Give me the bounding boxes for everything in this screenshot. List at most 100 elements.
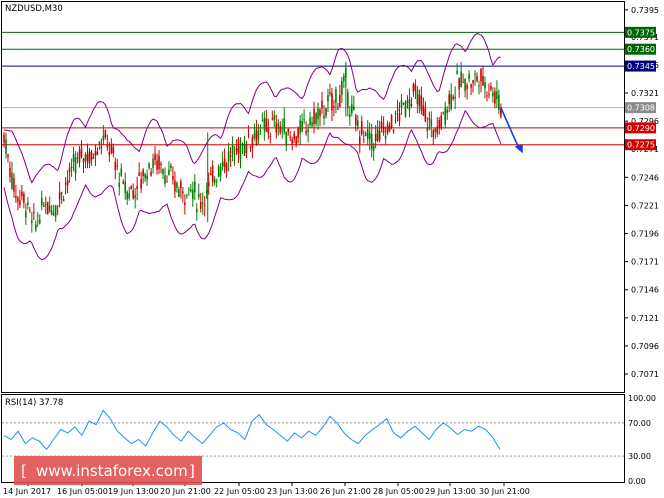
candle-body xyxy=(174,180,176,192)
candle-body xyxy=(188,189,190,191)
candle-body xyxy=(217,166,220,177)
candle-body xyxy=(44,204,47,205)
candle-body xyxy=(442,111,445,113)
candle-body xyxy=(25,211,27,218)
candle-body xyxy=(66,180,69,186)
candle-body xyxy=(420,95,423,111)
candle-body xyxy=(295,136,297,145)
candle-body xyxy=(84,154,87,161)
candle-body xyxy=(50,210,53,215)
candle-body xyxy=(424,108,427,121)
candle-body xyxy=(265,118,268,132)
candle-body xyxy=(124,181,127,193)
candle-body xyxy=(329,92,331,94)
candle-body xyxy=(197,193,200,198)
candle-body xyxy=(358,136,361,145)
candle-body xyxy=(52,213,55,215)
candle-body xyxy=(289,136,291,139)
candle-body xyxy=(364,133,367,137)
candle-body xyxy=(327,95,329,102)
candle-body xyxy=(29,209,31,211)
candle-body xyxy=(474,74,476,76)
candle-body xyxy=(422,105,425,116)
rsi-tick-label: 0.00 xyxy=(628,477,646,486)
watermark-bracket-left: [ xyxy=(21,462,27,480)
candle-body xyxy=(404,101,407,117)
candle-body xyxy=(233,153,236,155)
candle-body xyxy=(112,147,115,154)
candle-body xyxy=(154,154,156,161)
candle-body xyxy=(82,158,85,163)
candle-body xyxy=(128,193,131,199)
candle-body xyxy=(96,151,99,156)
candle-body xyxy=(319,109,321,116)
candle-body xyxy=(386,123,389,134)
level-tag-label: 0.7308 xyxy=(627,104,655,113)
candle-body xyxy=(466,84,468,89)
candle-body xyxy=(56,205,59,207)
candle-body xyxy=(253,133,256,139)
time-tick-label: 29 Jun 13:00 xyxy=(425,487,476,496)
candle-body xyxy=(464,78,466,91)
candle-body xyxy=(261,120,264,121)
level-tag-label: 0.7290 xyxy=(627,124,655,133)
candle-body xyxy=(156,160,158,170)
price-tick-label: 0.7395 xyxy=(631,6,659,15)
candle-body xyxy=(190,189,192,192)
time-tick-label: 22 Jun 05:00 xyxy=(214,487,265,496)
candle-body xyxy=(243,143,246,156)
candle-body xyxy=(68,167,71,172)
candle-body xyxy=(48,205,51,212)
candle-body xyxy=(309,117,311,126)
candle-body xyxy=(195,208,198,213)
rsi-label: RSI(14) 37.78 xyxy=(5,398,63,408)
candle-body xyxy=(414,84,417,91)
watermark-banner[interactable]: [ www.instaforex.com ] xyxy=(14,456,202,485)
candle-body xyxy=(27,202,29,205)
candle-body xyxy=(337,108,339,110)
price-tick-label: 0.7246 xyxy=(631,173,659,182)
candle-body xyxy=(192,189,194,200)
candle-body xyxy=(410,103,413,106)
time-tick-label: 26 Jun 21:00 xyxy=(320,487,371,496)
candle-body xyxy=(231,144,234,154)
candle-body xyxy=(160,163,162,166)
candle-body xyxy=(251,137,254,148)
candle-body xyxy=(229,155,232,157)
level-tag-label: 0.7375 xyxy=(627,28,655,37)
candle-body xyxy=(275,122,278,133)
candle-body xyxy=(166,181,168,183)
candle-body xyxy=(293,133,295,139)
candle-body xyxy=(176,182,178,188)
candle-body xyxy=(456,71,458,75)
candle-body xyxy=(180,181,182,189)
candle-body xyxy=(158,155,160,170)
candle-body xyxy=(370,134,373,150)
candle-body xyxy=(335,89,337,104)
candle-body xyxy=(472,80,474,84)
candle-body xyxy=(303,119,305,121)
candle-body xyxy=(343,75,345,82)
candle-body xyxy=(392,129,395,132)
candle-body xyxy=(454,96,456,99)
price-tick-label: 0.7171 xyxy=(631,258,659,267)
candle-body xyxy=(313,108,315,125)
candle-body xyxy=(299,120,301,134)
candle-body xyxy=(486,95,488,97)
candle-body xyxy=(54,206,57,218)
candle-body xyxy=(460,71,462,88)
candle-body xyxy=(271,118,274,120)
candle-body xyxy=(106,145,109,148)
candle-body xyxy=(428,118,431,120)
candle-body xyxy=(396,109,399,111)
candle-body xyxy=(136,186,138,190)
rsi-tick-label: 70.00 xyxy=(628,419,651,428)
candle-body xyxy=(114,161,117,170)
candle-body xyxy=(281,129,284,131)
candle-body xyxy=(468,73,470,79)
candle-body xyxy=(64,183,67,185)
candle-body xyxy=(88,151,91,164)
candle-body xyxy=(436,126,439,134)
candle-body xyxy=(164,175,166,184)
time-tick-label: 19 Jun 13:00 xyxy=(108,487,159,496)
